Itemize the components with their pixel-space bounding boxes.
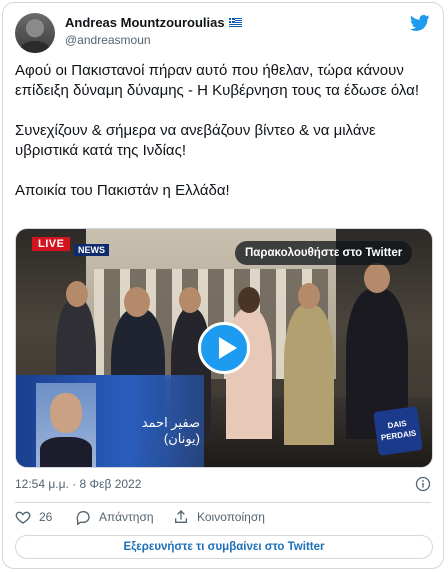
timestamp[interactable]: 12:54 μ.μ. · 8 Φεβ 2022 xyxy=(15,477,141,491)
tweet-paragraph: Συνεχίζουν & σήμερα να ανεβάζουν βίντεο … xyxy=(15,122,376,159)
tweet-text: Αφού οι Πακιστανοί πήραν αυτό που ήθελαν… xyxy=(15,61,433,221)
news-inset-overlay: صفیر احمد (یونان) xyxy=(16,375,204,467)
person-figure xyxy=(284,305,334,445)
divider xyxy=(15,502,431,503)
tweet-paragraph: Αφού οι Πακιστανοί πήραν αυτό που ήθελαν… xyxy=(15,62,420,99)
tweet-paragraph: Αποικία του Πακιστάν η Ελλάδα! xyxy=(15,182,230,199)
inset-portrait xyxy=(36,383,96,467)
explore-twitter-button[interactable]: Εξερευνήστε τι συμβαίνει στο Twitter xyxy=(15,535,433,559)
heart-icon xyxy=(15,511,31,524)
author-handle[interactable]: @andreasmoun xyxy=(65,33,151,47)
like-count: 26 xyxy=(39,510,53,524)
live-badge: LIVE xyxy=(32,237,71,251)
greece-flag-icon xyxy=(228,18,242,27)
info-icon[interactable] xyxy=(415,476,431,492)
tweet-header: Andreas Mountzouroulias @andreasmoun xyxy=(15,13,431,53)
author-name-row[interactable]: Andreas Mountzouroulias xyxy=(65,15,242,30)
video-thumbnail[interactable]: LIVE NEWS Παρακολουθήστε στο Twitter صفی… xyxy=(15,228,433,468)
channel-logo: DAIS PERDAIS xyxy=(373,406,423,456)
reply-icon xyxy=(76,510,90,525)
tweet-card: Andreas Mountzouroulias @andreasmoun Αφο… xyxy=(2,2,444,569)
news-badge: NEWS xyxy=(74,244,109,256)
like-button[interactable]: 26 xyxy=(15,509,52,525)
twitter-bird-icon[interactable] xyxy=(409,13,431,33)
reply-label: Απάντηση xyxy=(99,510,154,524)
share-label: Κοινοποίηση xyxy=(197,510,265,524)
avatar[interactable] xyxy=(15,13,55,53)
timestamp-row: 12:54 μ.μ. · 8 Φεβ 2022 xyxy=(15,476,431,495)
play-icon[interactable] xyxy=(198,322,250,374)
share-icon xyxy=(175,510,187,523)
author-name[interactable]: Andreas Mountzouroulias xyxy=(65,15,225,30)
watch-on-twitter-button[interactable]: Παρακολουθήστε στο Twitter xyxy=(235,241,413,265)
reply-button[interactable]: Απάντηση xyxy=(75,509,154,525)
share-button[interactable]: Κοινοποίηση xyxy=(173,509,265,525)
overlay-caption: صفیر احمد (یونان) xyxy=(141,415,200,446)
